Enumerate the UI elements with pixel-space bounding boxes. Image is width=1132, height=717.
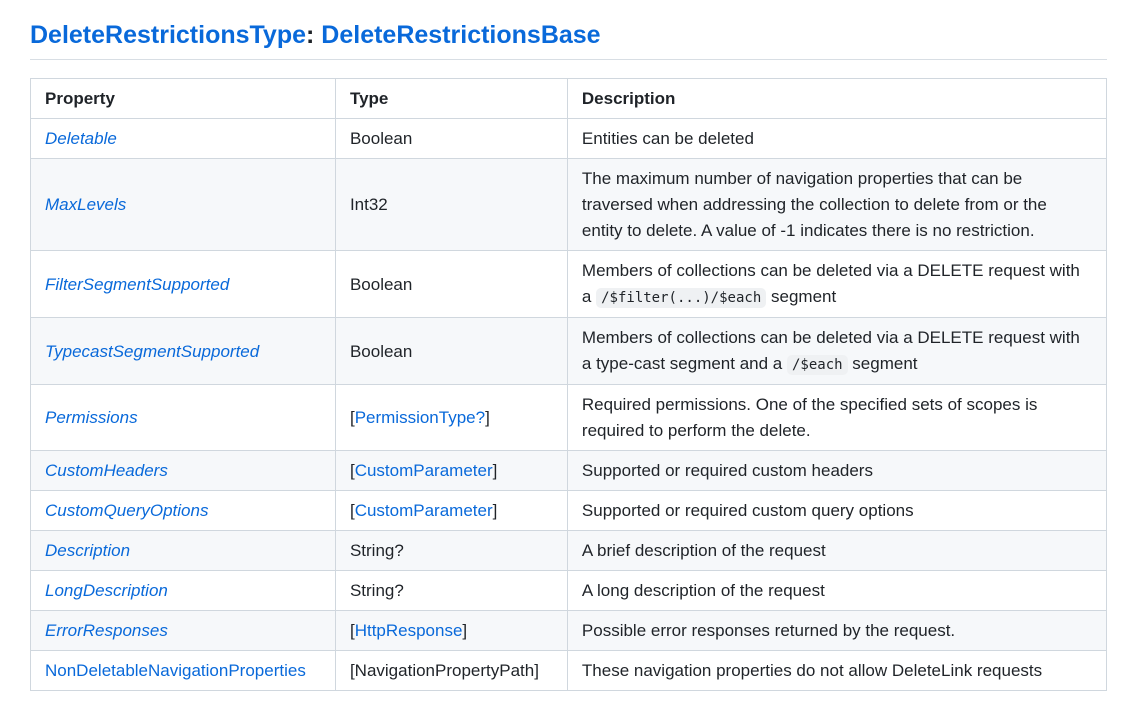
type-cell: [HttpResponse] xyxy=(334,610,568,651)
property-cell: NonDeletableNavigationProperties xyxy=(30,650,336,691)
type-cell: [CustomParameter] xyxy=(334,450,568,491)
type-cell: [NavigationPropertyPath] xyxy=(334,650,568,691)
table-header-row: Property Type Description xyxy=(30,78,1108,119)
property-cell: CustomQueryOptions xyxy=(30,490,336,531)
table-row: FilterSegmentSupported Boolean Members o… xyxy=(30,250,1108,318)
property-cell: CustomHeaders xyxy=(30,450,336,491)
table-row: Deletable Boolean Entities can be delete… xyxy=(30,118,1108,159)
section-heading: DeleteRestrictionsType: DeleteRestrictio… xyxy=(30,0,1107,60)
property-cell: MaxLevels xyxy=(30,158,336,251)
bracket: ] xyxy=(462,621,468,640)
table-row: MaxLevels Int32 The maximum number of na… xyxy=(30,158,1108,251)
property-link[interactable]: FilterSegmentSupported xyxy=(45,275,229,294)
table-row: Permissions [PermissionType?] Required p… xyxy=(30,384,1108,451)
bracket: ] xyxy=(492,501,498,520)
table-row: CustomQueryOptions [CustomParameter] Sup… xyxy=(30,490,1108,531)
table-row: TypecastSegmentSupported Boolean Members… xyxy=(30,317,1108,385)
heading-separator: : xyxy=(306,21,315,49)
description-cell: Supported or required custom headers xyxy=(566,450,1108,491)
column-header-description: Description xyxy=(566,78,1108,119)
property-link[interactable]: LongDescription xyxy=(45,581,168,600)
table-row: LongDescription String? A long descripti… xyxy=(30,570,1108,611)
type-link[interactable]: PermissionType? xyxy=(355,408,485,427)
description-cell: Members of collections can be deleted vi… xyxy=(566,317,1108,385)
property-link[interactable]: MaxLevels xyxy=(45,195,126,214)
inline-code: /$each xyxy=(786,355,848,375)
type-cell: Boolean xyxy=(334,118,568,159)
base-type-link[interactable]: DeleteRestrictionsBase xyxy=(321,21,600,49)
description-text: segment xyxy=(852,354,918,373)
property-cell: LongDescription xyxy=(30,570,336,611)
description-cell: Supported or required custom query optio… xyxy=(566,490,1108,531)
description-cell: Possible error responses returned by the… xyxy=(566,610,1108,651)
property-link[interactable]: TypecastSegmentSupported xyxy=(45,342,259,361)
description-cell: Required permissions. One of the specifi… xyxy=(566,384,1108,451)
description-cell: A brief description of the request xyxy=(566,530,1108,571)
description-text: segment xyxy=(771,287,837,306)
property-link[interactable]: CustomQueryOptions xyxy=(45,501,208,520)
properties-table: Property Type Description Deletable Bool… xyxy=(30,78,1108,691)
property-cell: Permissions xyxy=(30,384,336,451)
column-header-property: Property xyxy=(30,78,336,119)
property-cell: FilterSegmentSupported xyxy=(30,250,336,318)
inline-code: /$filter(...)/$each xyxy=(596,288,767,308)
property-link[interactable]: Deletable xyxy=(45,129,117,148)
table-row: Description String? A brief description … xyxy=(30,530,1108,571)
description-cell: Entities can be deleted xyxy=(566,118,1108,159)
description-cell: These navigation properties do not allow… xyxy=(566,650,1108,691)
type-link[interactable]: CustomParameter xyxy=(355,461,493,480)
description-cell: Members of collections can be deleted vi… xyxy=(566,250,1108,318)
type-name-link[interactable]: DeleteRestrictionsType xyxy=(30,21,306,49)
property-cell: Deletable xyxy=(30,118,336,159)
type-cell: String? xyxy=(334,570,568,611)
property-link[interactable]: Description xyxy=(45,541,130,560)
property-link[interactable]: ErrorResponses xyxy=(45,621,168,640)
type-link[interactable]: CustomParameter xyxy=(355,501,493,520)
table-row: CustomHeaders [CustomParameter] Supporte… xyxy=(30,450,1108,491)
type-cell: Boolean xyxy=(334,317,568,385)
page: DeleteRestrictionsType: DeleteRestrictio… xyxy=(30,0,1108,691)
description-cell: The maximum number of navigation propert… xyxy=(566,158,1108,251)
property-cell: TypecastSegmentSupported xyxy=(30,317,336,385)
type-cell: [CustomParameter] xyxy=(334,490,568,531)
bracket: ] xyxy=(485,408,490,427)
property-link[interactable]: CustomHeaders xyxy=(45,461,168,480)
bracket: ] xyxy=(492,461,498,480)
type-cell: String? xyxy=(334,530,568,571)
property-link[interactable]: Permissions xyxy=(45,408,138,427)
property-cell: Description xyxy=(30,530,336,571)
type-link[interactable]: HttpResponse xyxy=(355,621,463,640)
type-cell: [PermissionType?] xyxy=(334,384,568,451)
type-cell: Boolean xyxy=(334,250,568,318)
type-cell: Int32 xyxy=(334,158,568,251)
table-row: ErrorResponses [HttpResponse] Possible e… xyxy=(30,610,1108,651)
description-cell: A long description of the request xyxy=(566,570,1108,611)
property-link[interactable]: NonDeletableNavigationProperties xyxy=(45,661,306,680)
property-cell: ErrorResponses xyxy=(30,610,336,651)
column-header-type: Type xyxy=(334,78,568,119)
table-row: NonDeletableNavigationProperties [Naviga… xyxy=(30,650,1108,691)
